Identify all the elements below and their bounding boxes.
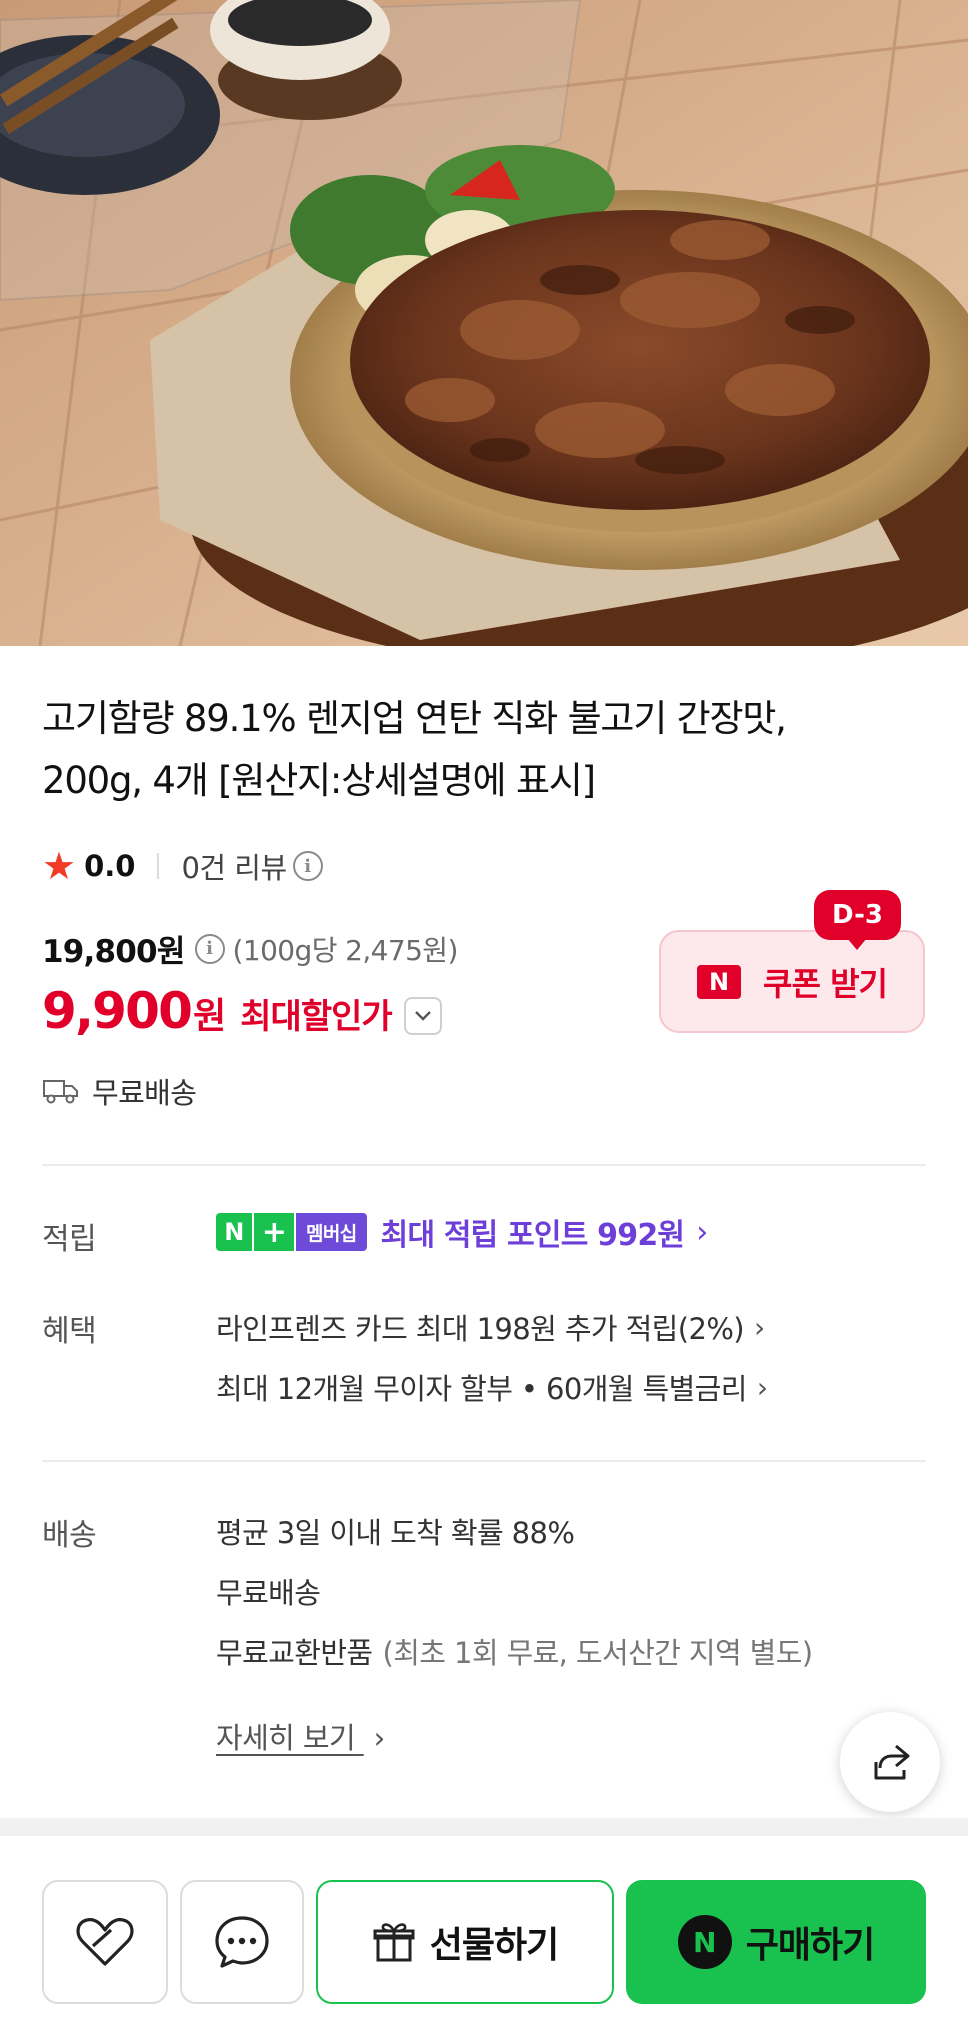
benefit-card-row[interactable]: 라인프렌즈 카드 최대 198원 추가 적립(2%) › [216,1306,765,1348]
chevron-down-icon[interactable] [403,997,442,1035]
chevron-right-icon: › [754,1310,765,1344]
buy-button[interactable]: N 구매하기 [626,1880,926,2004]
share-button[interactable] [840,1712,940,1812]
rating-row: ★ 0.0 0건 리뷰 i [42,843,323,889]
section-gap [0,1818,968,1836]
product-image[interactable] [0,0,968,646]
product-title: 고기함량 89.1% 렌지업 연탄 직화 불고기 간장맛, 200g, 4개 [… [42,688,922,812]
coupon-button-label: 쿠폰 받기 [763,964,888,1003]
shipping-summary: 무료배송 [42,1070,197,1112]
max-points-text: 최대 적립 포인트 992원 [380,1218,685,1253]
delivery-free-return: 무료교환반품 (최초 1회 무료, 도서산간 지역 별도) [216,1630,813,1672]
delivery-detail-link-label: 자세히 보기 [216,1721,356,1755]
product-title-line-1: 고기함량 89.1% 렌지업 연탄 직화 불고기 간장맛, [42,697,787,740]
coupon-deadline-badge: D-3 [814,890,901,950]
gift-button[interactable]: 선물하기 [316,1880,614,2004]
buy-button-label: 구매하기 [745,1925,875,1966]
delivery-label: 배송 [42,1518,97,1553]
coupon-button[interactable]: N 쿠폰 받기 [659,930,925,1033]
membership-label: 멤버십 [296,1213,367,1251]
original-price: 19,800원 [42,934,185,970]
delivery-arrival-rate: 평균 3일 이내 도착 확률 88% [216,1516,575,1550]
review-count-link[interactable]: 0건 리뷰 [181,845,287,887]
naver-plus-membership-badge: N + 멤버십 [216,1213,367,1251]
original-price-row: 19,800원 i (100g당 2,475원) [42,926,458,971]
like-button[interactable] [42,1880,168,2004]
chevron-right-icon: › [756,1370,768,1404]
benefit-card-text: 라인프렌즈 카드 최대 198원 추가 적립(2%) [216,1312,745,1346]
delivery-detail-link[interactable]: 자세히 보기 › [216,1715,385,1757]
sale-price-amount: 9,900 [42,982,193,1040]
bulgogi-plate-photo [0,0,968,646]
membership-n-icon: N [216,1213,252,1251]
free-return-text: 무료교환반품 [216,1636,373,1670]
rating-value: 0.0 [84,849,136,883]
benefit-installment-row[interactable]: 최대 12개월 무이자 할부 • 60개월 특별금리 › [216,1366,768,1408]
free-return-note: (최초 1회 무료, 도서산간 지역 별도) [382,1636,813,1670]
membership-plus-icon: + [254,1213,294,1251]
price-info-icon[interactable]: i [194,933,225,964]
delivery-free-shipping: 무료배송 [216,1576,321,1610]
chevron-right-icon: › [373,1721,386,1755]
gift-button-label: 선물하기 [429,1925,559,1966]
review-info-icon[interactable]: i [292,851,323,881]
rating-separator [157,853,160,879]
benefit-installment-text: 최대 12개월 무이자 할부 • 60개월 특별금리 [216,1372,747,1406]
max-discount-label: 최대할인가 [240,997,392,1037]
shipping-summary-text: 무료배송 [92,1076,197,1110]
points-row[interactable]: N + 멤버십 최대 적립 포인트 992원 › [216,1210,708,1254]
star-icon: ★ [42,844,77,888]
truck-icon [43,1080,78,1104]
chevron-right-icon: › [696,1214,708,1250]
naver-n-icon: N [697,964,742,999]
points-label: 적립 [42,1222,97,1257]
gift-icon [373,1923,415,1962]
product-title-line-2: 200g, 4개 [원산지:상세설명에 표시] [42,759,596,802]
sale-price-row: 9,900 원 최대할인가 [42,982,442,1041]
chat-bubble-icon [215,1916,269,1968]
naver-pay-n-icon: N [677,1915,732,1969]
talk-talk-button[interactable] [180,1880,304,2004]
share-icon [874,1744,910,1780]
divider [42,1460,926,1462]
heart-icon [76,1918,134,1966]
unit-price: (100g당 2,475원) [232,933,459,967]
divider [42,1164,926,1166]
benefits-label: 혜택 [42,1314,97,1349]
bottom-action-bar: 선물하기 N 구매하기 [0,1836,968,2031]
sale-price-currency: 원 [193,996,227,1037]
